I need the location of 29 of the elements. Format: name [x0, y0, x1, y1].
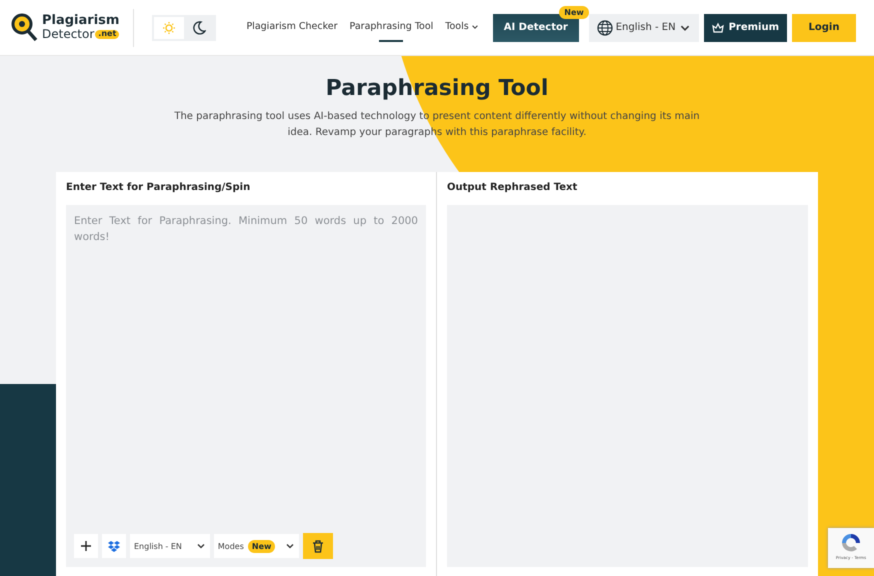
globe-icon: [596, 20, 613, 36]
premium-button[interactable]: Premium: [704, 14, 787, 42]
panel-heading: Output Rephrased Text: [447, 182, 578, 193]
plus-button[interactable]: [74, 534, 98, 558]
dropbox-button[interactable]: [102, 534, 126, 558]
logo-badge: .net: [95, 30, 120, 38]
nav-link[interactable]: Plagiarism Checker: [246, 13, 338, 42]
trash-icon: [312, 540, 324, 552]
language-select[interactable]: English - EN: [130, 534, 210, 558]
magnifier-logo-icon: [10, 12, 40, 44]
input-field[interactable]: Enter Text for Paraphrasing. Minimum 50 words up to 2000 words! English - EN Modes New: [66, 205, 426, 567]
chevron-down-icon: [196, 541, 206, 551]
panel-heading: Enter Text for Paraphrasing/Spin: [66, 182, 252, 193]
new-badge: New: [559, 6, 589, 18]
crown-icon: [712, 22, 724, 34]
moon-icon: [192, 20, 206, 34]
chevron-down-icon: [285, 541, 296, 551]
nav-link[interactable]: Paraphrasing Tool: [350, 13, 434, 42]
plus-icon: [80, 540, 92, 552]
sun-icon: [162, 20, 176, 34]
modes-select[interactable]: Modes New: [214, 534, 300, 558]
new-badge: New: [248, 540, 276, 552]
nav-link[interactable]: Tools: [445, 13, 479, 42]
logo-text: Detector: [42, 28, 94, 41]
login-button[interactable]: Login: [792, 14, 856, 42]
chevron-down-icon: [470, 22, 479, 30]
language-select[interactable]: English - EN: [588, 14, 699, 42]
delete-button[interactable]: [303, 533, 334, 559]
logo-text: Plagiarism: [42, 14, 120, 28]
